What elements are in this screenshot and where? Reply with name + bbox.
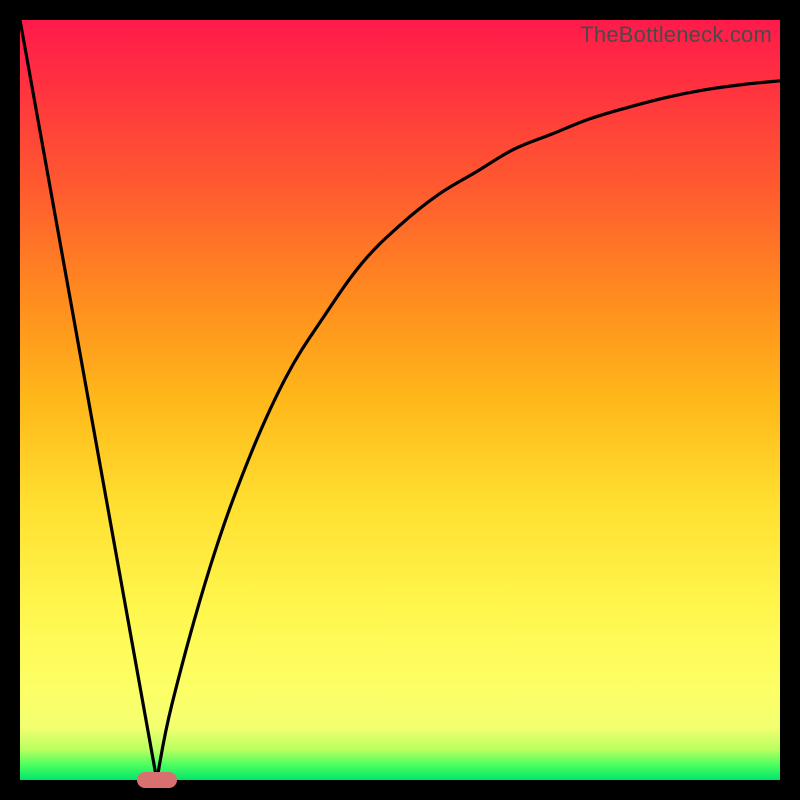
series-path-0 xyxy=(20,20,157,780)
chart-frame: TheBottleneck.com xyxy=(0,0,800,800)
series-path-1 xyxy=(157,81,780,780)
plot-area: TheBottleneck.com xyxy=(20,20,780,780)
chart-curves xyxy=(20,20,780,780)
bottleneck-marker xyxy=(137,772,177,788)
